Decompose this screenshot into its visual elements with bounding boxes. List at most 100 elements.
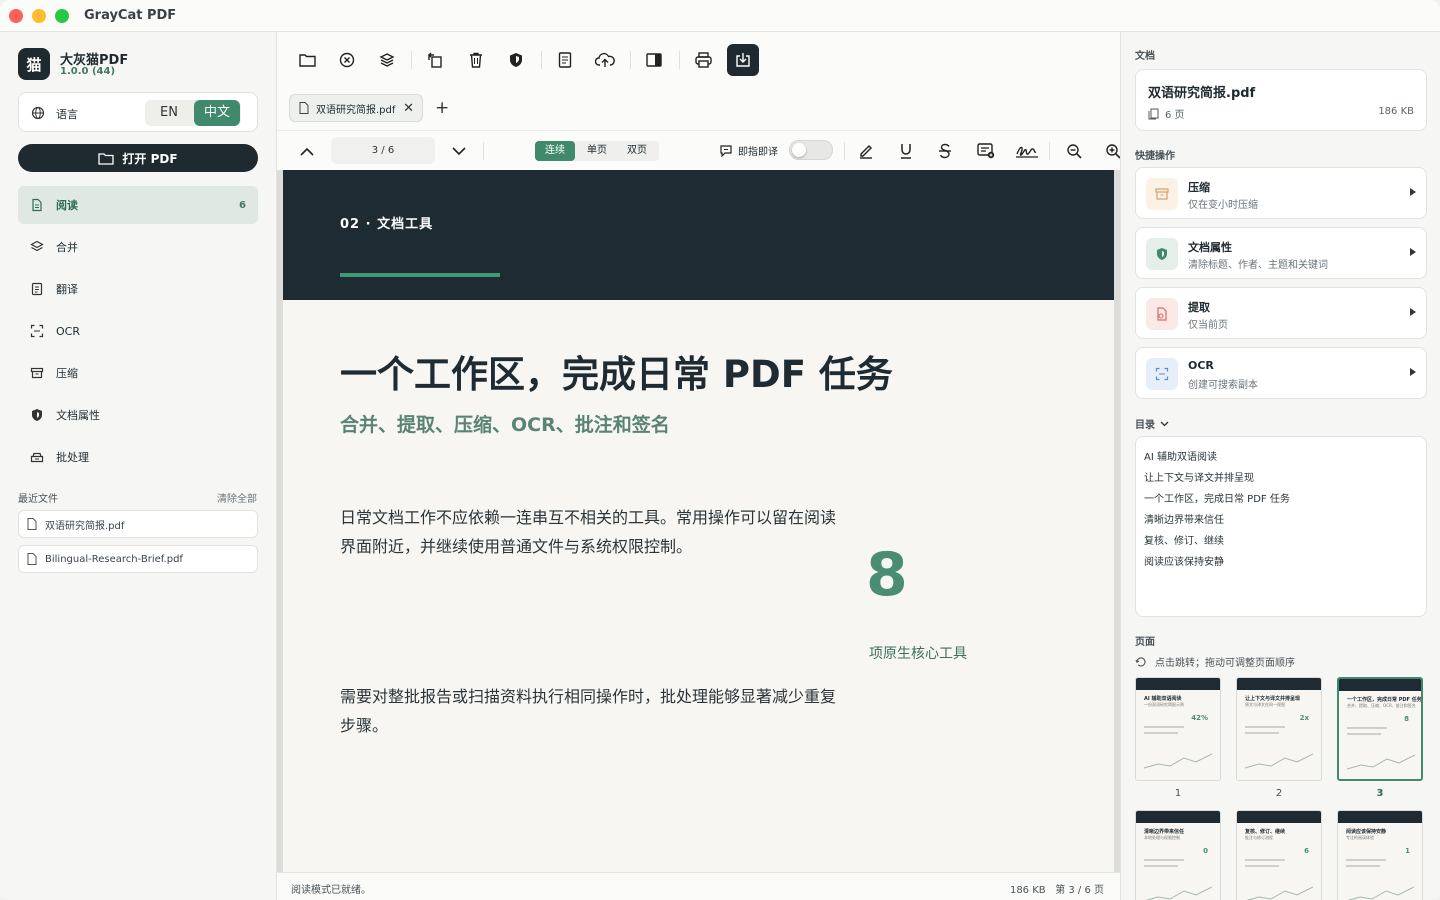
delete-button[interactable] bbox=[461, 45, 491, 75]
page-number-input[interactable]: 3 / 6 bbox=[331, 137, 435, 164]
page-thumbnail-label: 2 bbox=[1275, 788, 1283, 799]
properties-button[interactable] bbox=[501, 45, 531, 75]
file-icon bbox=[27, 553, 37, 565]
chevron-right-icon bbox=[1410, 188, 1416, 196]
previous-page-button[interactable] bbox=[296, 140, 318, 162]
thumbnail-title: 清晰边界带来信任 bbox=[1144, 829, 1185, 835]
lang-option-zh[interactable]: 中文 bbox=[194, 100, 240, 126]
export-button[interactable] bbox=[727, 44, 759, 76]
recent-file-item[interactable]: 双语研究简报.pdf bbox=[18, 510, 258, 538]
sidebar-item-compress[interactable]: 压缩 bbox=[18, 354, 258, 392]
toc-item[interactable]: 阅读应该保持安静 bbox=[1144, 553, 1224, 568]
signature-tool[interactable] bbox=[1014, 140, 1040, 162]
note-icon bbox=[977, 143, 995, 159]
globe-icon bbox=[31, 106, 45, 120]
page-thumbnail[interactable]: AI 辅助双语阅读 一份双语研究简报示例 42% bbox=[1135, 677, 1221, 781]
sidebar-item-batch[interactable]: 批处理 bbox=[18, 438, 258, 476]
strikethrough-tool[interactable] bbox=[934, 140, 956, 162]
page-thumbnail[interactable]: 复核、修订、继续 批注与修订流程 6 bbox=[1236, 810, 1322, 900]
language-label: 语言 bbox=[56, 108, 78, 121]
note-tool[interactable] bbox=[975, 140, 997, 162]
chevron-right-icon bbox=[1410, 308, 1416, 316]
rotate-button[interactable] bbox=[420, 45, 450, 75]
archive-icon bbox=[30, 367, 44, 379]
quick-action-title: 压缩 bbox=[1188, 181, 1210, 194]
quick-action-ocr[interactable]: OCR 创建可搜索副本 bbox=[1135, 347, 1427, 399]
section-label: 02 · 文档工具 bbox=[340, 217, 434, 232]
toc-item[interactable]: 清晰边界带来信任 bbox=[1144, 511, 1224, 526]
thumbnail-text-line bbox=[1245, 732, 1279, 734]
document-viewport[interactable]: 02 · 文档工具 一个工作区，完成日常 PDF 任务 合并、提取、压缩、OCR… bbox=[277, 170, 1120, 872]
quick-action-properties[interactable]: 文档属性 清除标题、作者、主题和关键词 bbox=[1135, 227, 1427, 279]
folder-icon bbox=[98, 152, 115, 165]
sidebar-item-label: 翻译 bbox=[56, 283, 78, 296]
app-version: 1.0.0 (44) bbox=[60, 66, 116, 77]
mode-single[interactable]: 单页 bbox=[577, 141, 617, 161]
toc-item[interactable]: 复核、修订、继续 bbox=[1144, 532, 1224, 547]
thumbnail-text-line bbox=[1245, 865, 1279, 867]
sidebar-item-translate[interactable]: 翻译 bbox=[18, 270, 258, 308]
upload-button[interactable] bbox=[590, 45, 620, 75]
page-thumbnail[interactable]: 一个工作区，完成日常 PDF 任务 合并、提取、压缩、OCR、批注和签名 8 bbox=[1337, 677, 1423, 781]
thumbnail-text-line bbox=[1144, 726, 1184, 728]
page-thumbnail[interactable]: 清晰边界带来信任 本地处理与权限控制 0 bbox=[1135, 810, 1221, 900]
strikethrough-icon bbox=[939, 143, 951, 159]
sidebar-item-label: 压缩 bbox=[56, 367, 78, 380]
recent-file-item[interactable]: Bilingual-Research-Brief.pdf bbox=[18, 545, 258, 573]
toc-item[interactable]: AI 辅助双语阅读 bbox=[1144, 448, 1217, 463]
toc-toggle[interactable]: 目录 bbox=[1135, 416, 1169, 431]
mode-continuous[interactable]: 连续 bbox=[535, 141, 575, 161]
zoom-out-button[interactable] bbox=[1063, 140, 1085, 162]
thumbnail-header bbox=[1136, 678, 1220, 690]
toc-item[interactable]: 一个工作区，完成日常 PDF 任务 bbox=[1144, 490, 1290, 505]
clear-all-link[interactable]: 清除全部 bbox=[217, 490, 257, 505]
next-page-button[interactable] bbox=[448, 140, 470, 162]
highlight-tool[interactable] bbox=[855, 140, 877, 162]
instant-translate-toggle[interactable] bbox=[789, 140, 833, 160]
quick-action-compress[interactable]: 压缩 仅在变小时压缩 bbox=[1135, 167, 1427, 219]
open-folder-button[interactable] bbox=[292, 45, 322, 75]
page-thumbnail[interactable]: 阅读应该保持安静 专注的阅读体验 1 bbox=[1337, 810, 1423, 900]
lang-option-en[interactable]: EN bbox=[146, 100, 192, 126]
sidebar-item-properties[interactable]: 文档属性 bbox=[18, 396, 258, 434]
quick-action-subtitle: 清除标题、作者、主题和关键词 bbox=[1188, 260, 1328, 271]
zoom-window-button[interactable] bbox=[55, 9, 69, 23]
print-button[interactable] bbox=[688, 45, 718, 75]
thumbnail-sparkline bbox=[1347, 754, 1415, 770]
chevron-up-icon bbox=[300, 147, 314, 156]
mode-double[interactable]: 双页 bbox=[617, 141, 657, 161]
thumbnail-subtitle: 原文与译文在同一视图 bbox=[1245, 702, 1285, 707]
toc-item[interactable]: 让上下文与译文并排呈现 bbox=[1144, 469, 1254, 484]
document-tab[interactable]: 双语研究简报.pdf ✕ bbox=[289, 94, 423, 122]
page-count: 6 页 bbox=[1148, 106, 1185, 121]
sidebar-item-read[interactable]: 阅读 6 bbox=[18, 186, 258, 224]
thumbnail-title: AI 辅助双语阅读 bbox=[1144, 696, 1182, 702]
translate-button[interactable] bbox=[550, 45, 580, 75]
sidebar-toggle-button[interactable] bbox=[639, 45, 669, 75]
thumbnail-sparkline bbox=[1245, 753, 1313, 769]
new-tab-button[interactable]: + bbox=[435, 98, 449, 118]
minimize-window-button[interactable] bbox=[32, 9, 46, 23]
close-tab-icon[interactable]: ✕ bbox=[403, 101, 414, 116]
page-thumbnail[interactable]: 让上下文与译文并排呈现 原文与译文在同一视图 2x bbox=[1236, 677, 1322, 781]
thumbnail-text-line bbox=[1245, 726, 1285, 728]
file-info-card: 双语研究简报.pdf 6 页 186 KB bbox=[1135, 69, 1427, 131]
scan-icon bbox=[30, 324, 44, 338]
open-pdf-button[interactable]: 打开 PDF bbox=[18, 144, 258, 172]
quick-action-extract[interactable]: 提取 仅当前页 bbox=[1135, 287, 1427, 339]
close-file-button[interactable] bbox=[332, 45, 362, 75]
close-window-button[interactable] bbox=[9, 9, 23, 23]
underline-tool[interactable] bbox=[895, 140, 917, 162]
thumbnail-title: 让上下文与译文并排呈现 bbox=[1245, 696, 1301, 702]
accent-bar bbox=[340, 273, 500, 277]
stack-icon bbox=[30, 452, 44, 463]
thumbnail-subtitle: 专注的阅读体验 bbox=[1346, 835, 1374, 840]
sidebar: 猫 大灰猫PDF 1.0.0 (44) 语言 EN 中文 打开 PDF 阅读 6… bbox=[0, 32, 277, 900]
sidebar-item-ocr[interactable]: OCR bbox=[18, 312, 258, 350]
thumbnail-sparkline bbox=[1347, 886, 1414, 900]
sidebar-item-merge[interactable]: 合并 bbox=[18, 228, 258, 266]
recent-files-heading: 最近文件 bbox=[18, 494, 58, 505]
thumbnail-subtitle: 一份双语研究简报示例 bbox=[1144, 702, 1184, 707]
thumbnail-title: 一个工作区，完成日常 PDF 任务 bbox=[1347, 697, 1422, 703]
merge-button[interactable] bbox=[372, 45, 402, 75]
